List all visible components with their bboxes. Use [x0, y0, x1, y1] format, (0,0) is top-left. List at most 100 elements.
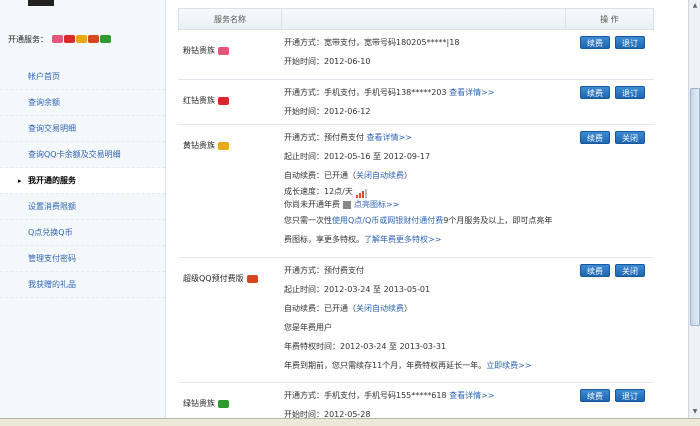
ops-cell: 续费 关闭	[566, 125, 654, 257]
detail-line: 开通方式：预付费支付 查看详情>>	[284, 128, 566, 147]
services-label: 开通服务：	[8, 34, 48, 44]
menu-item-label: 我开通的服务	[28, 176, 76, 185]
pink-diamond-icon[interactable]	[52, 35, 63, 43]
menu-item-gifts[interactable]: 我获赠的礼品	[0, 272, 165, 298]
ops-cell: 续费 退订	[566, 80, 654, 124]
unsubscribe-button[interactable]: 退订	[615, 86, 645, 99]
service-name-cell: 超级QQ预付费版	[178, 258, 280, 382]
detail-text: 开通方式：手机支付，手机号码138*****203	[284, 88, 447, 97]
yellow-diamond-icon	[218, 141, 229, 150]
detail-text: 你尚未开通年费	[284, 200, 340, 209]
scroll-down-icon[interactable]: ▼	[690, 407, 700, 417]
service-name-cell: 粉钻贵族	[178, 30, 280, 79]
detail-line: 自动续费：已开通（关闭自动续费）	[284, 166, 566, 185]
detail-line: 成长速度：12点/天	[284, 185, 566, 198]
menu-item-my-services[interactable]: ▸ 我开通的服务	[0, 168, 165, 194]
service-name: 红钻贵族	[183, 96, 215, 105]
renew-button[interactable]: 续费	[580, 131, 610, 144]
light-icon-link[interactable]: 点亮图标>>	[354, 200, 399, 209]
detail-line: 你尚未开通年费 点亮图标>>	[284, 198, 566, 211]
active-marker-icon: ▸	[18, 177, 22, 185]
menu-item-qqcard[interactable]: 查询QQ卡余额及交易明细	[0, 142, 165, 168]
menu-item-spend-limit[interactable]: 设置消费限额	[0, 194, 165, 220]
header-service-name: 服务名称	[214, 15, 246, 24]
service-name: 粉钻贵族	[183, 46, 215, 55]
growth-level-icon	[355, 185, 368, 198]
header-detail	[281, 9, 565, 29]
detail-text: 9个月服务及以上，即可点亮年	[443, 216, 553, 225]
detail-line: 年费到期前，您只需续存11个月，年费特权再延长一年。立即续费>>	[284, 356, 566, 375]
menu-item-label: 帐户首页	[28, 72, 60, 81]
unsubscribe-button[interactable]: 退订	[615, 389, 645, 402]
table-row: 粉钻贵族 开通方式：宽带支付，宽带号码180205*****|18 开始时间：2…	[178, 30, 654, 80]
close-auto-renew-link[interactable]: 关闭自动续费	[356, 171, 404, 180]
detail-line: 开通方式：手机支付，手机号码155*****618 查看详情>>	[284, 386, 566, 405]
ops-cell: 续费 关闭	[566, 258, 654, 382]
menu-item-label: 我获赠的礼品	[28, 280, 76, 289]
more-privileges-link[interactable]: 了解年费更多特权>>	[364, 235, 441, 244]
unsubscribe-button[interactable]: 退订	[615, 36, 645, 49]
ops-cell: 续费 退订	[566, 30, 654, 79]
green-diamond-icon[interactable]	[100, 35, 111, 43]
close-button[interactable]: 关闭	[615, 264, 645, 277]
detail-text: 开通方式：手机支付，手机号码155*****618	[284, 391, 447, 400]
detail-text: 自动续费：已开通（	[284, 304, 356, 313]
renew-button[interactable]: 续费	[580, 36, 610, 49]
avatar	[28, 0, 54, 6]
service-name-cell: 黄钻贵族	[178, 125, 280, 257]
table-row: 绿钻贵族 开通方式：手机支付，手机号码155*****618 查看详情>> 开始…	[178, 383, 654, 423]
annual-fee-icon	[343, 200, 351, 209]
renew-now-link[interactable]: 立即续费>>	[486, 361, 531, 370]
vertical-scrollbar[interactable]: ▲ ▼	[688, 0, 700, 418]
services-row: 开通服务：	[0, 14, 165, 64]
menu-item-label: 设置消费限额	[28, 202, 76, 211]
service-name-cell: 红钻贵族	[178, 80, 280, 124]
red-diamond-icon[interactable]	[64, 35, 75, 43]
menu-item-label: 查询QQ卡余额及交易明细	[28, 150, 121, 159]
close-button[interactable]: 关闭	[615, 131, 645, 144]
detail-text: 开通方式：预付费支付	[284, 133, 364, 142]
menu-item-password[interactable]: 管理支付密码	[0, 246, 165, 272]
menu-item-transactions[interactable]: 查询交易明细	[0, 116, 165, 142]
sidebar: 开通服务： 帐户首页 查询余额 查询交易明细 查询QQ卡余额及交易明细 ▸ 我开通…	[0, 0, 166, 426]
yellow-diamond-icon[interactable]	[76, 35, 87, 43]
status-bar	[0, 418, 700, 426]
menu-item-label: Q点兑换Q币	[28, 228, 73, 237]
scroll-up-icon[interactable]: ▲	[690, 1, 700, 11]
view-details-link[interactable]: 查看详情>>	[449, 391, 494, 400]
detail-line: 开通方式：宽带支付，宽带号码180205*****|18	[284, 38, 460, 47]
close-auto-renew-link[interactable]: 关闭自动续费	[356, 304, 404, 313]
sidebar-top	[0, 0, 165, 14]
detail-line: 开始时间：2012-06-10	[284, 57, 371, 66]
detail-line: 开通方式：手机支付，手机号码138*****203 查看详情>>	[284, 83, 566, 102]
renew-button[interactable]: 续费	[580, 389, 610, 402]
red-diamond-icon	[218, 96, 229, 105]
detail-line: 开通方式：预付费支付	[284, 266, 364, 275]
renew-button[interactable]: 续费	[580, 86, 610, 99]
service-name: 超级QQ预付费版	[183, 274, 244, 283]
pay-method-link[interactable]: 使用Q点/Q币或网银财付通付费	[332, 216, 443, 225]
renew-button[interactable]: 续费	[580, 264, 610, 277]
table-header: 服务名称 操 作	[178, 8, 654, 30]
service-detail: 开通方式：手机支付，手机号码155*****618 查看详情>> 开始时间：20…	[280, 383, 566, 423]
service-name: 绿钻贵族	[183, 399, 215, 408]
detail-line: 自动续费：已开通（关闭自动续费）	[284, 299, 566, 318]
scrollbar-thumb[interactable]	[690, 88, 700, 326]
ops-cell: 续费 退订	[566, 383, 654, 423]
menu-item-label: 查询余额	[28, 98, 60, 107]
super-qq-icon[interactable]	[88, 35, 99, 43]
menu-item-account-home[interactable]: 帐户首页	[0, 64, 165, 90]
view-details-link[interactable]: 查看详情>>	[449, 88, 494, 97]
menu-item-balance[interactable]: 查询余额	[0, 90, 165, 116]
service-detail: 开通方式：宽带支付，宽带号码180205*****|18 开始时间：2012-0…	[280, 30, 566, 79]
header-operations: 操 作	[565, 9, 653, 29]
table-row: 红钻贵族 开通方式：手机支付，手机号码138*****203 查看详情>> 开始…	[178, 80, 654, 125]
sidebar-menu: 帐户首页 查询余额 查询交易明细 查询QQ卡余额及交易明细 ▸ 我开通的服务 设置…	[0, 64, 165, 298]
menu-item-label: 查询交易明细	[28, 124, 76, 133]
detail-text: 成长速度：12点/天	[284, 187, 353, 196]
detail-line: 您是年费用户	[284, 323, 332, 332]
detail-line: 开始时间：2012-06-12	[284, 107, 371, 116]
view-details-link[interactable]: 查看详情>>	[367, 133, 412, 142]
menu-item-exchange[interactable]: Q点兑换Q币	[0, 220, 165, 246]
service-name: 黄钻贵族	[183, 141, 215, 150]
